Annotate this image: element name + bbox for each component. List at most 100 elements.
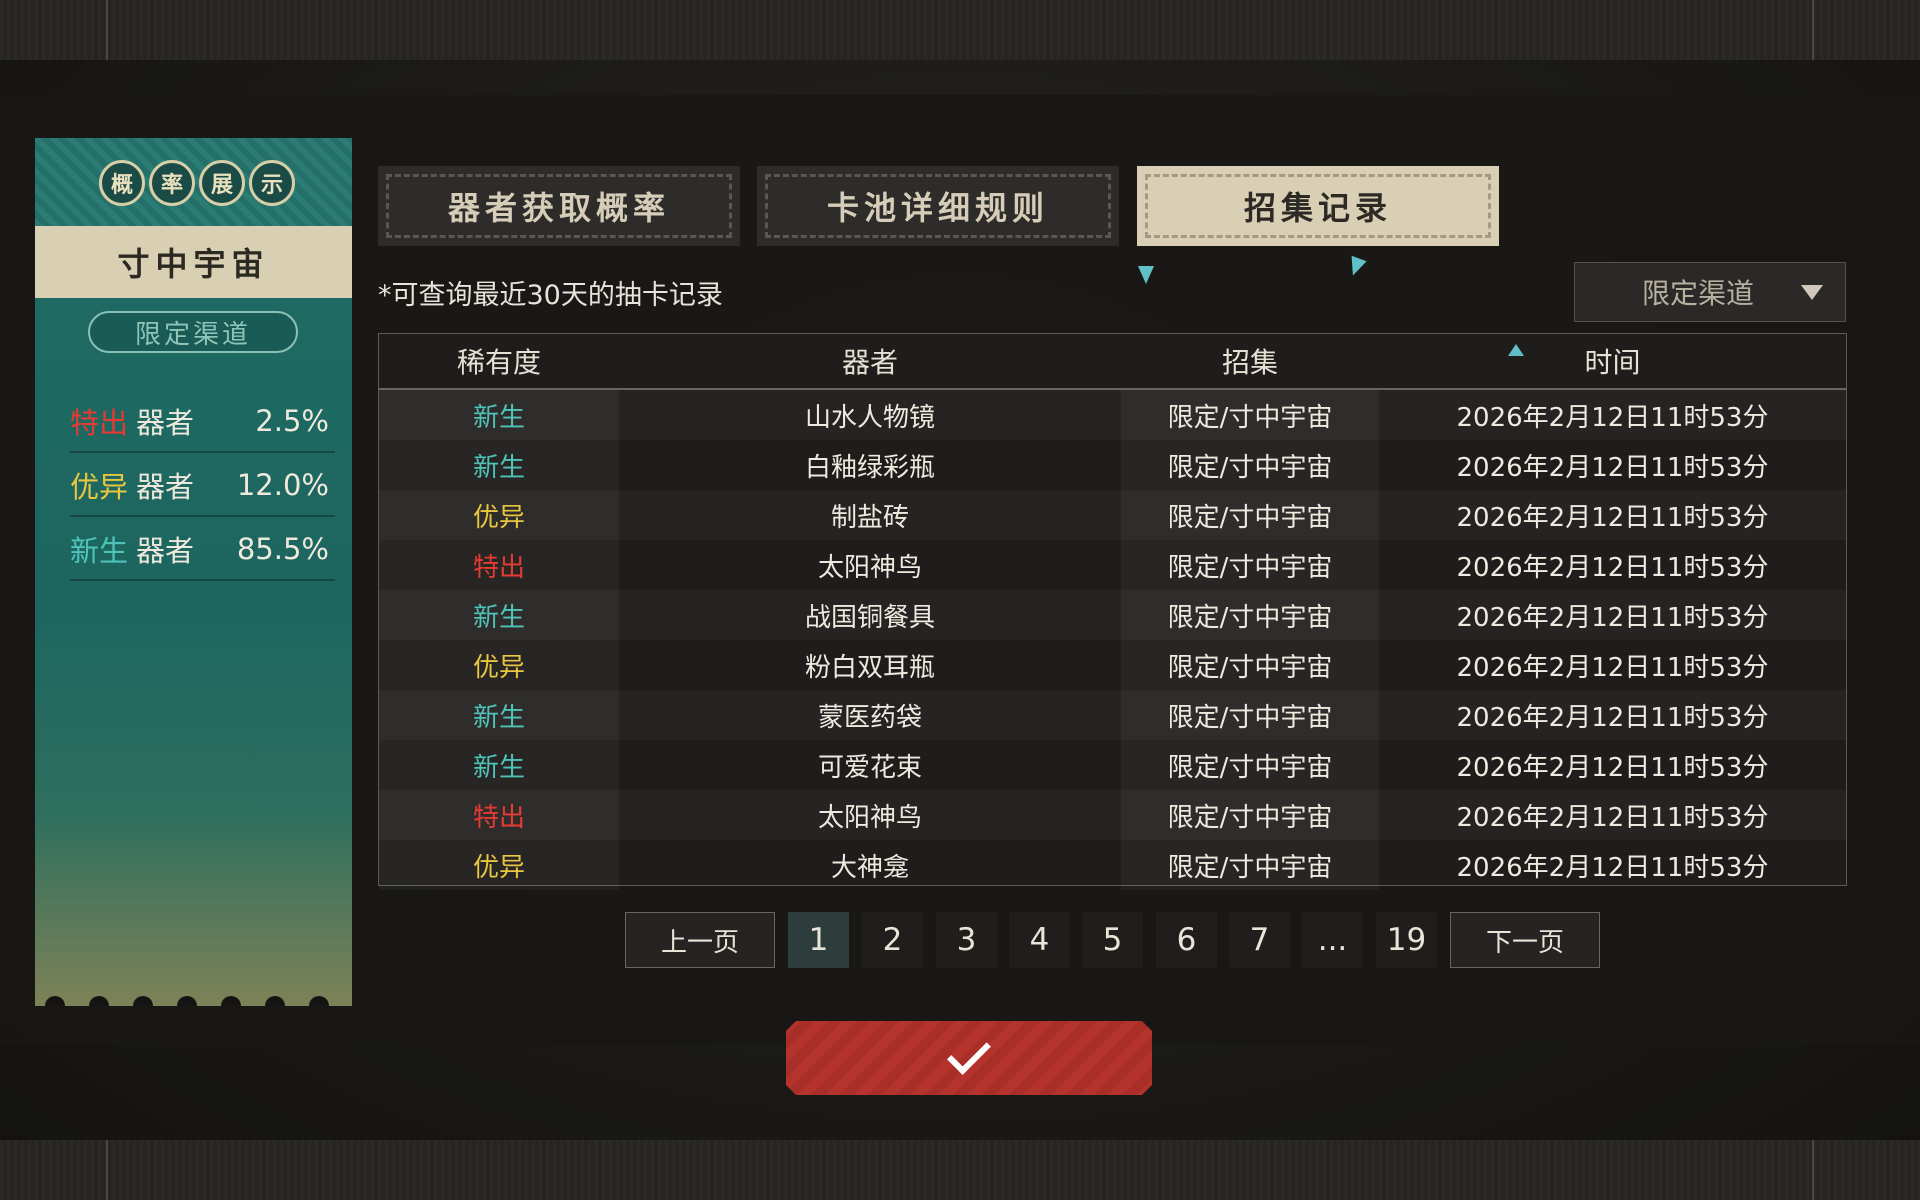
cell-pool: 限定/寸中宇宙 <box>1121 790 1379 840</box>
page-button-5[interactable]: 5 <box>1082 912 1143 968</box>
confirm-button[interactable] <box>786 1021 1152 1095</box>
cell-rarity: 特出 <box>379 790 619 840</box>
cell-item: 可爱花束 <box>817 752 922 783</box>
table-header: 稀有度 器者 招集 时间 <box>379 334 1846 390</box>
rate-row: 新生 器者 85.5% <box>70 519 335 581</box>
page-button-6[interactable]: 6 <box>1156 912 1217 968</box>
top-frame-strip <box>0 0 1920 60</box>
table-row: 新生 可爱花束 限定/寸中宇宙 2026年2月12日11时53分 <box>379 740 1846 790</box>
rate-row: 特出 器者 2.5% <box>70 391 335 453</box>
cell-time: 2026年2月12日11时53分 <box>1456 402 1769 433</box>
cell-item: 山水人物镜 <box>804 402 935 433</box>
table-row: 优异 大神龛 限定/寸中宇宙 2026年2月12日11时53分 <box>379 840 1846 890</box>
channel-badge: 限定渠道 <box>88 311 298 353</box>
cell-pool: 限定/寸中宇宙 <box>1121 440 1379 490</box>
cell-item: 太阳神鸟 <box>817 802 922 833</box>
cell-time: 2026年2月12日11时53分 <box>1456 852 1769 883</box>
tab-label: 器者获取概率 <box>386 174 732 238</box>
check-icon <box>947 1031 991 1075</box>
cell-rarity: 优异 <box>379 490 619 540</box>
title-orb: 展 <box>199 160 245 206</box>
tab-recruit-records[interactable]: 招集记录 <box>1137 166 1499 246</box>
cell-time: 2026年2月12日11时53分 <box>1456 802 1769 833</box>
bottom-frame-strip <box>0 1140 1920 1200</box>
rate-noun: 器者 <box>136 534 195 568</box>
page-button-1[interactable]: 1 <box>788 912 849 968</box>
header-item: 器者 <box>841 346 898 379</box>
records-table: 稀有度 器者 招集 时间 新生 山水人物镜 限定/寸中宇宙 2026年2月12日… <box>378 333 1847 890</box>
cell-pool: 限定/寸中宇宙 <box>1121 590 1379 640</box>
table-row: 特出 太阳神鸟 限定/寸中宇宙 2026年2月12日11时53分 <box>379 540 1846 590</box>
prev-page-button[interactable]: 上一页 <box>625 912 775 968</box>
rarity-label: 特出 <box>70 406 129 440</box>
title-orb: 示 <box>249 160 295 206</box>
rarity-label: 优异 <box>70 470 129 504</box>
header-time: 时间 <box>1584 346 1641 379</box>
next-page-button[interactable]: 下一页 <box>1450 912 1600 968</box>
cell-pool: 限定/寸中宇宙 <box>1121 390 1379 440</box>
table-row: 优异 粉白双耳瓶 限定/寸中宇宙 2026年2月12日11时53分 <box>379 640 1846 690</box>
cell-rarity: 优异 <box>379 840 619 890</box>
query-note: *可查询最近30天的抽卡记录 <box>378 280 723 311</box>
cell-rarity: 新生 <box>379 590 619 640</box>
cell-rarity: 新生 <box>379 390 619 440</box>
probability-display-title: 概 率 展 示 <box>99 160 295 206</box>
frame-divider <box>106 1140 108 1200</box>
table-row: 新生 白釉绿彩瓶 限定/寸中宇宙 2026年2月12日11时53分 <box>379 440 1846 490</box>
cell-item: 大神龛 <box>830 852 909 883</box>
ticket-perforation <box>45 996 329 1006</box>
probability-panel: 概 率 展 示 寸中宇宙 限定渠道 特出 器者 2.5% 优异 器者 12.0%… <box>35 138 352 1006</box>
cell-item: 粉白双耳瓶 <box>804 652 935 683</box>
cell-time: 2026年2月12日11时53分 <box>1456 552 1769 583</box>
cell-pool: 限定/寸中宇宙 <box>1121 540 1379 590</box>
tab-pool-rules[interactable]: 卡池详细规则 <box>757 166 1119 246</box>
page-button-2[interactable]: 2 <box>862 912 923 968</box>
cell-time: 2026年2月12日11时53分 <box>1456 602 1769 633</box>
table-body: 新生 山水人物镜 限定/寸中宇宙 2026年2月12日11时53分 新生 白釉绿… <box>379 390 1846 890</box>
cell-item: 制盐砖 <box>830 502 909 533</box>
page-button-19[interactable]: 19 <box>1376 912 1437 968</box>
table-row: 优异 制盐砖 限定/寸中宇宙 2026年2月12日11时53分 <box>379 490 1846 540</box>
title-orb: 概 <box>99 160 145 206</box>
table-row: 新生 战国铜餐具 限定/寸中宇宙 2026年2月12日11时53分 <box>379 590 1846 640</box>
cell-pool: 限定/寸中宇宙 <box>1121 840 1379 890</box>
cell-pool: 限定/寸中宇宙 <box>1121 690 1379 740</box>
tab-label: 招集记录 <box>1145 174 1491 238</box>
title-orb: 率 <box>149 160 195 206</box>
page-button-4[interactable]: 4 <box>1009 912 1070 968</box>
pool-name: 寸中宇宙 <box>35 226 352 298</box>
rarity-label: 新生 <box>70 534 129 568</box>
cell-rarity: 新生 <box>379 740 619 790</box>
rate-row: 优异 器者 12.0% <box>70 455 335 517</box>
rate-value: 85.5% <box>236 532 329 566</box>
cell-time: 2026年2月12日11时53分 <box>1456 702 1769 733</box>
cell-time: 2026年2月12日11时53分 <box>1456 752 1769 783</box>
cell-item: 蒙医药袋 <box>817 702 922 733</box>
triangle-down-icon <box>1801 284 1823 300</box>
header-pool: 招集 <box>1221 346 1278 379</box>
tab-label: 卡池详细规则 <box>765 174 1111 238</box>
rate-noun: 器者 <box>136 470 195 504</box>
decorative-shard <box>1508 344 1524 356</box>
frame-divider <box>1812 0 1814 60</box>
cell-rarity: 新生 <box>379 690 619 740</box>
page-ellipsis: ... <box>1302 912 1363 968</box>
frame-divider <box>1812 1140 1814 1200</box>
page-button-7[interactable]: 7 <box>1229 912 1290 968</box>
cell-pool: 限定/寸中宇宙 <box>1121 640 1379 690</box>
cell-rarity: 新生 <box>379 440 619 490</box>
rate-value: 2.5% <box>255 404 329 438</box>
tab-acquire-probability[interactable]: 器者获取概率 <box>378 166 740 246</box>
decorative-shard <box>1138 266 1154 284</box>
cell-item: 战国铜餐具 <box>804 602 935 633</box>
page-button-3[interactable]: 3 <box>936 912 997 968</box>
header-rarity: 稀有度 <box>456 346 541 379</box>
cell-time: 2026年2月12日11时53分 <box>1456 652 1769 683</box>
rate-noun: 器者 <box>136 406 195 440</box>
rate-value: 12.0% <box>236 468 329 502</box>
cell-time: 2026年2月12日11时53分 <box>1456 452 1769 483</box>
frame-divider <box>106 0 108 60</box>
cell-rarity: 特出 <box>379 540 619 590</box>
cell-item: 白釉绿彩瓶 <box>804 452 935 483</box>
channel-select[interactable]: 限定渠道 <box>1574 262 1846 322</box>
